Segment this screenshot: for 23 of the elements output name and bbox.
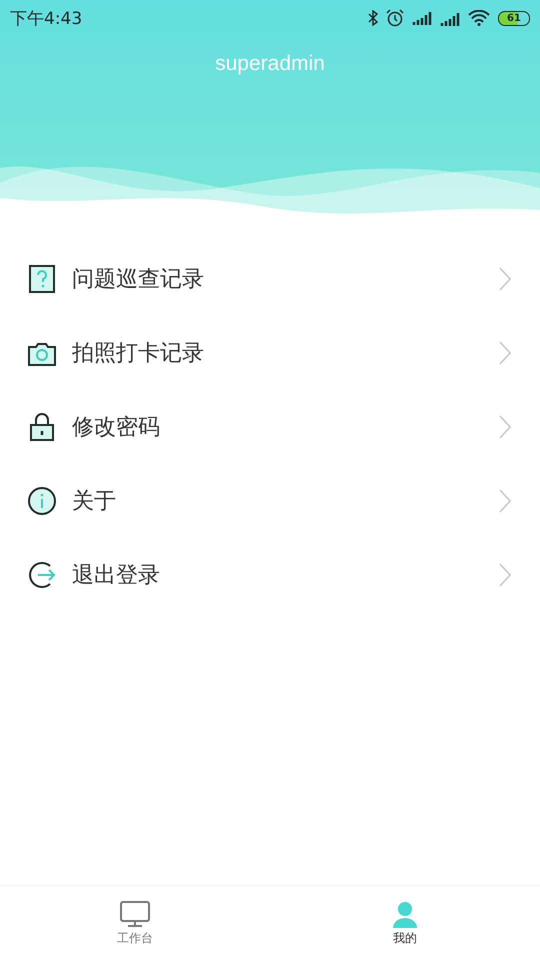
menu-item[interactable]: 退出登录 <box>0 538 540 612</box>
tab[interactable]: 我的 <box>270 886 540 960</box>
menu-item[interactable]: 问题巡查记录 <box>0 242 540 316</box>
menu-item[interactable]: 关于 <box>0 464 540 538</box>
menu-item[interactable]: 拍照打卡记录 <box>0 316 540 390</box>
username: superadmin <box>214 52 326 76</box>
signal-icon <box>412 11 432 25</box>
chevron-icon <box>498 414 512 440</box>
signal-hd-icon <box>440 10 460 26</box>
chevron-icon <box>498 266 512 292</box>
question-icon <box>26 263 58 295</box>
menu-item[interactable]: 修改密码 <box>0 390 540 464</box>
wifi-icon <box>468 10 490 26</box>
tab[interactable]: 工作台 <box>0 886 270 960</box>
chevron-icon <box>498 488 512 514</box>
alarm-icon <box>386 9 404 27</box>
status-time: 下午4:43 <box>10 8 82 30</box>
bluetooth-icon <box>368 10 378 26</box>
monitor-icon <box>119 900 151 928</box>
info-icon <box>26 485 58 517</box>
logout-icon <box>26 559 58 591</box>
chevron-icon <box>498 562 512 588</box>
chevron-icon <box>498 340 512 366</box>
